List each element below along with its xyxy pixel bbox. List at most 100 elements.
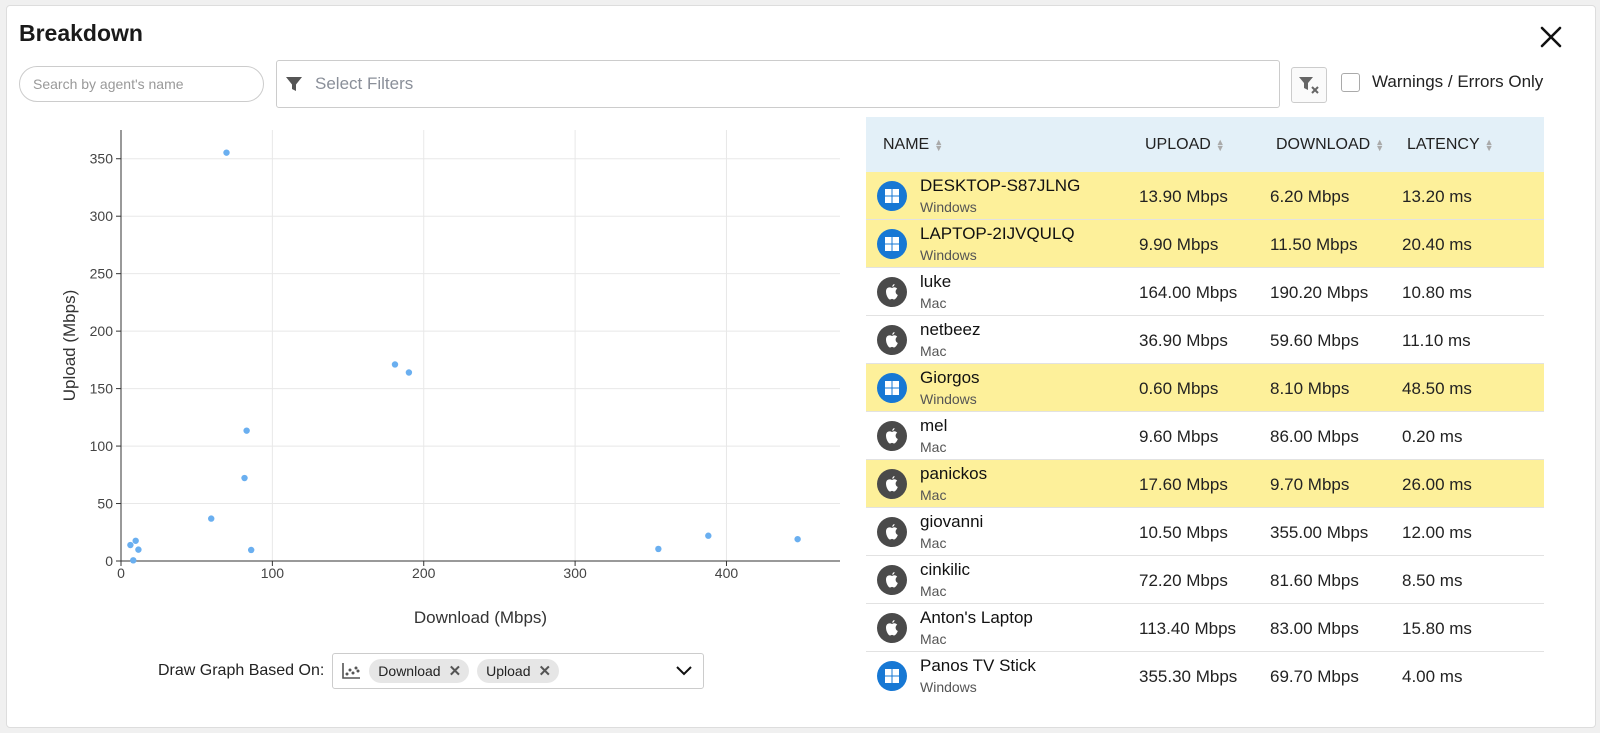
upload-value: 9.60 Mbps	[1139, 427, 1219, 446]
chip-download[interactable]: Download ✕	[369, 659, 470, 683]
scatter-point	[247, 546, 255, 554]
y-tick-label: 150	[90, 381, 114, 397]
column-header-download[interactable]: DOWNLOAD ▲ ▼	[1276, 136, 1407, 154]
table-row[interactable]: DESKTOP-S87JLNG Windows 13.90 Mbps 6.20 Mbp…	[866, 172, 1544, 220]
download-value: 59.60 Mbps	[1270, 331, 1359, 350]
table-row[interactable]: luke Mac 164.00 Mbps 190.20 Mbps 10.80 ms	[866, 268, 1544, 316]
warnings-only-label: Warnings / Errors Only	[1372, 72, 1544, 91]
download-value: 8.10 Mbps	[1270, 379, 1350, 398]
sort-icon: ▲ ▼	[1484, 136, 1494, 153]
warnings-only-checkbox[interactable]	[1341, 72, 1360, 92]
apple-icon	[877, 277, 907, 307]
latency-value: 11.10 ms	[1402, 331, 1471, 350]
latency-value: 48.50 ms	[1402, 379, 1472, 398]
x-axis-title: Download (Mbps)	[414, 608, 547, 627]
download-value: 81.60 Mbps	[1270, 571, 1359, 590]
download-value: 9.70 Mbps	[1270, 475, 1350, 494]
agent-os: Windows	[920, 199, 977, 215]
y-tick-label: 250	[90, 266, 114, 282]
y-tick-label: 300	[90, 208, 114, 224]
x-tick-label: 100	[261, 565, 285, 581]
y-axis-title: Upload (Mbps)	[60, 290, 79, 402]
table-row[interactable]: giovanni Mac 10.50 Mbps 355.00 Mbps 12.00 ms	[866, 508, 1544, 556]
x-tick-label: 300	[563, 565, 587, 581]
latency-value: 4.00 ms	[1402, 667, 1463, 686]
agent-name: DESKTOP-S87JLNG	[920, 176, 1081, 195]
agent-name-cell: giovanni Mac	[920, 512, 983, 551]
agent-name: cinkilic	[920, 560, 971, 579]
latency-value: 0.20 ms	[1402, 427, 1463, 446]
agent-name-cell: Giorgos Windows	[920, 368, 980, 407]
scatter-point	[130, 557, 137, 564]
agent-name-cell: cinkilic Mac	[920, 560, 970, 599]
agent-os: Mac	[920, 487, 947, 503]
column-header-latency[interactable]: LATENCY ▲ ▼	[1407, 136, 1494, 154]
filter-select[interactable]: Select Filters	[276, 60, 1280, 108]
graph-basis-select[interactable]: Download ✕ Upload ✕	[332, 653, 705, 689]
upload-value: 355.30 Mbps	[1139, 667, 1238, 686]
agent-name: LAPTOP-2IJVQULQ	[920, 224, 1075, 243]
table-row[interactable]: panickos Mac 17.60 Mbps 9.70 Mbps 26.00 ms	[866, 460, 1544, 508]
download-value: 86.00 Mbps	[1270, 427, 1359, 446]
agent-os: Windows	[920, 391, 977, 407]
close-icon[interactable]	[1536, 22, 1566, 52]
table-row[interactable]: Anton's Laptop Mac 113.40 Mbps 83.00 Mbps 15…	[866, 604, 1544, 652]
sort-icon: ▲ ▼	[1215, 136, 1225, 153]
agent-name: Panos TV Stick	[920, 656, 1036, 675]
filter-icon	[286, 77, 302, 91]
column-header-name[interactable]: NAME ▲ ▼	[883, 136, 1145, 154]
table-row[interactable]: cinkilic Mac 72.20 Mbps 81.60 Mbps 8.50 ms	[866, 556, 1544, 604]
download-value: 190.20 Mbps	[1270, 283, 1369, 302]
table-row[interactable]: Panos TV Stick Windows 355.30 Mbps 69.70 Mb…	[866, 652, 1544, 697]
download-value: 83.00 Mbps	[1270, 619, 1359, 638]
agent-name: netbeez	[920, 320, 981, 339]
apple-icon	[877, 469, 907, 499]
agent-name-cell: DESKTOP-S87JLNG Windows	[920, 176, 1080, 215]
chevron-down-icon[interactable]	[675, 664, 693, 678]
agent-os: Windows	[920, 247, 977, 263]
latency-value: 10.80 ms	[1402, 283, 1472, 302]
upload-value: 164.00 Mbps	[1139, 283, 1238, 302]
latency-value: 13.20 ms	[1402, 187, 1472, 206]
chip-upload[interactable]: Upload ✕	[477, 659, 560, 683]
clear-filters-button[interactable]	[1291, 67, 1327, 103]
agent-name-cell: panickos Mac	[920, 464, 987, 503]
apple-icon	[877, 613, 907, 643]
agent-name-cell: Anton's Laptop Mac	[920, 608, 1033, 647]
x-tick-label: 200	[412, 565, 436, 581]
modal-title: Breakdown	[19, 20, 143, 46]
agent-name: Giorgos	[920, 368, 980, 387]
agent-name-cell: netbeez Mac	[920, 320, 981, 359]
windows-icon	[877, 181, 907, 211]
agent-name-cell: Panos TV Stick Windows	[920, 656, 1036, 695]
upload-value: 9.90 Mbps	[1139, 235, 1219, 254]
remove-chip-icon[interactable]: ✕	[539, 662, 552, 680]
warnings-only-toggle[interactable]: Warnings / Errors Only	[1341, 72, 1543, 92]
filter-placeholder: Select Filters	[315, 74, 414, 93]
latency-value: 26.00 ms	[1402, 475, 1472, 494]
agent-name-cell: luke Mac	[920, 272, 951, 311]
agent-name: giovanni	[920, 512, 984, 531]
scatter-point	[391, 361, 399, 368]
upload-download-scatter-chart: 0 50 100 150 200 250 300 350 0 100 200 300 400 Downlo…	[60, 130, 840, 627]
table-header: NAME ▲ ▼ UPLOAD ▲ ▼ DOWNLOAD ▲ ▼ LATENCY ▲ ▼	[866, 117, 1544, 172]
windows-icon	[877, 373, 907, 403]
agent-search-input[interactable]	[19, 66, 264, 102]
upload-value: 17.60 Mbps	[1139, 475, 1228, 494]
scatter-point	[135, 546, 142, 553]
upload-value: 72.20 Mbps	[1139, 571, 1228, 590]
agent-os: Mac	[920, 583, 947, 599]
table-row[interactable]: mel Mac 9.60 Mbps 86.00 Mbps 0.20 ms	[866, 412, 1544, 460]
table-row[interactable]: netbeez Mac 36.90 Mbps 59.60 Mbps 11.10 ms	[866, 316, 1544, 364]
graph-basis-label: Draw Graph Based On:	[158, 662, 325, 679]
latency-value: 20.40 ms	[1402, 235, 1472, 254]
agent-name: Anton's Laptop	[920, 608, 1033, 627]
sort-icon: ▲ ▼	[1375, 136, 1385, 153]
scatter-point	[223, 149, 230, 156]
agent-os: Mac	[920, 535, 947, 551]
graph-basis-control: Draw Graph Based On: Download ✕ Upload ✕	[158, 653, 705, 689]
table-row[interactable]: LAPTOP-2IJVQULQ Windows 9.90 Mbps 11.50 Mbp…	[866, 220, 1544, 268]
remove-chip-icon[interactable]: ✕	[449, 662, 462, 680]
column-header-upload[interactable]: UPLOAD ▲ ▼	[1145, 136, 1276, 154]
table-row[interactable]: Giorgos Windows 0.60 Mbps 8.10 Mbps 48.50 ms	[866, 364, 1544, 412]
